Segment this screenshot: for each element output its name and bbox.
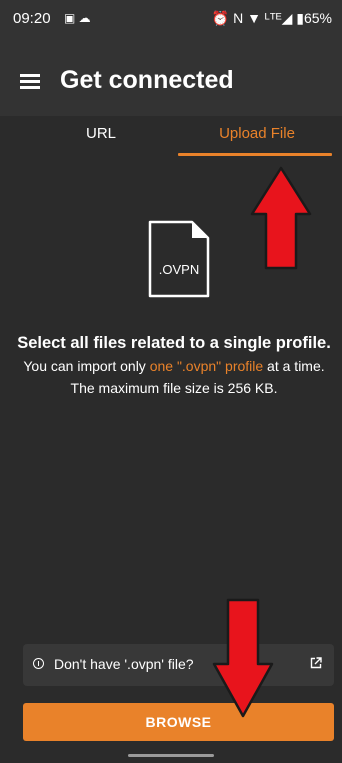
ovpn-help-row[interactable]: Don't have '.ovpn' file? [23, 644, 334, 686]
tab-upload-file[interactable]: Upload File [180, 116, 334, 158]
tab-url[interactable]: URL [22, 116, 180, 158]
file-extension-label: .OVPN [158, 262, 200, 277]
instructions-prefix: You can import only [23, 358, 150, 374]
info-icon [33, 658, 44, 669]
notification-icons: ▣ ☁ [64, 11, 91, 25]
annotation-arrow-up-icon [250, 166, 312, 270]
system-status-icons: ⏰ N ▼ ᴸᵀᴱ◢ ▮65% [212, 10, 332, 27]
battery-percent: 65% [303, 10, 332, 26]
status-time: 09:20 [13, 10, 51, 27]
instructions: Select all files related to a single pro… [16, 332, 332, 398]
status-bar: 09:20 ▣ ☁ ⏰ N ▼ ᴸᵀᴱ◢ ▮65% [0, 0, 342, 40]
page-title: Get connected [60, 66, 234, 94]
instructions-body: You can import only one ".ovpn" profile … [16, 356, 332, 376]
tab-selected-indicator [178, 153, 332, 156]
menu-icon[interactable] [20, 74, 40, 89]
help-label: Don't have '.ovpn' file? [54, 656, 194, 672]
annotation-arrow-down-icon [212, 598, 274, 718]
instructions-suffix: at a time. [263, 358, 325, 374]
browse-button[interactable]: BROWSE [23, 703, 334, 741]
app-bar: Get connected [0, 40, 342, 116]
tab-bar: URL Upload File [0, 116, 342, 158]
file-icon [148, 220, 210, 298]
max-size-note: The maximum file size is 256 KB. [70, 380, 278, 396]
gesture-bar[interactable] [128, 754, 214, 757]
one-profile-link[interactable]: one ".ovpn" profile [150, 358, 263, 374]
instructions-heading: Select all files related to a single pro… [17, 334, 331, 352]
screen: 09:20 ▣ ☁ ⏰ N ▼ ᴸᵀᴱ◢ ▮65% Get connected … [0, 0, 342, 763]
system-icons: ⏰ N ▼ ᴸᵀᴱ◢ ▮ [211, 10, 304, 26]
external-link-icon [310, 657, 322, 669]
